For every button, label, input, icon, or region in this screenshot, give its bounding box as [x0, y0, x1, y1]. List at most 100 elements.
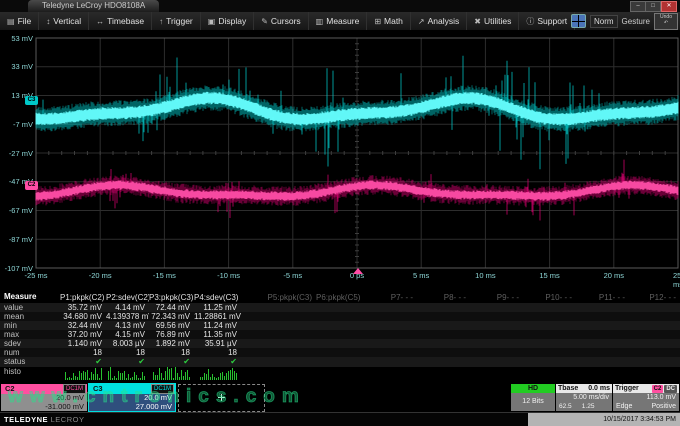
table-cell: [576, 339, 629, 348]
title-bar: Teledyne LeCroy HDO8108A – □ ✕: [0, 0, 680, 12]
tbase-scale: 5.00 ms/div: [559, 393, 609, 402]
brand-logo: TELEDYNE LECROY: [4, 415, 84, 424]
measure-column-header-4[interactable]: P4:sdev(C3): [194, 292, 241, 303]
table-cell: [241, 330, 316, 339]
table-cell: 8.003 µV: [106, 339, 149, 348]
channel-box-body: 20.0 mV-31.000 mV: [1, 394, 87, 411]
menu-item-label: Vertical: [53, 16, 81, 26]
menu-item-utilities[interactable]: ✖Utilities: [467, 12, 519, 30]
table-cell: 18: [106, 348, 149, 357]
menu-item-vertical[interactable]: ↕Vertical: [39, 12, 89, 30]
c3-trace-marker[interactable]: C3: [25, 96, 38, 105]
menu-item-math[interactable]: ⊞Math: [367, 12, 411, 30]
table-cell: [417, 321, 470, 330]
undo-button[interactable]: Undo ↶: [654, 13, 678, 30]
menu-item-label: Display: [218, 16, 246, 26]
menu-item-measure[interactable]: ▥Measure: [309, 12, 368, 30]
table-row: status✔✔✔✔: [0, 357, 680, 367]
measure-column-header-12[interactable]: P12- - -: [629, 292, 680, 303]
measure-column-header-5[interactable]: P5:pkpk(C3): [241, 292, 316, 303]
table-cell: 1.140 mV: [60, 339, 106, 348]
file-icon: ▤: [7, 17, 15, 26]
menu-item-label: Timebase: [107, 16, 144, 26]
table-cell: [364, 339, 417, 348]
table-cell: [417, 357, 470, 367]
table-cell: [523, 303, 576, 312]
table-row: MeasureP1:pkpk(C2)P2:sdev(C2)P3:pkpk(C3)…: [0, 292, 680, 303]
table-cell: 11.25 mV: [194, 303, 241, 312]
x-axis-label: -10 ms: [217, 271, 240, 280]
menu-item-support[interactable]: ⓘSupport: [519, 12, 575, 30]
y-axis-label: -87 mV: [0, 235, 33, 244]
table-cell: [470, 321, 523, 330]
display-icon: ▣: [208, 17, 216, 26]
measure-column-header-2[interactable]: P2:sdev(C2): [106, 292, 149, 303]
channel-offset: 27.000 mV: [92, 403, 172, 412]
table-cell: [316, 367, 364, 381]
table-cell: [523, 312, 576, 321]
acquisition-hd-box[interactable]: HD 12 Bits: [511, 384, 555, 411]
cursors-icon: ✎: [261, 17, 268, 26]
grid-layout-icon[interactable]: [571, 14, 586, 28]
menu-item-display[interactable]: ▣Display: [201, 12, 254, 30]
add-trace-button[interactable]: +: [178, 384, 265, 412]
menu-item-label: Cursors: [271, 16, 301, 26]
table-cell: [417, 330, 470, 339]
menu-right-cluster: Norm Gesture Undo ↶: [571, 12, 678, 30]
trigger-level: 113.0 mV: [616, 393, 676, 402]
waveform-display[interactable]: 53 mV33 mV13 mV-7 mV-27 mV-47 mV-67 mV-8…: [0, 30, 680, 288]
table-cell: 18: [60, 348, 106, 357]
gesture-button[interactable]: Gesture: [622, 17, 650, 26]
table-cell: 4.139378 mV: [106, 312, 149, 321]
table-cell: [576, 303, 629, 312]
table-cell: [316, 303, 364, 312]
table-row: value35.72 mV4.14 mV72.44 mV11.25 mV: [0, 303, 680, 312]
table-cell: [576, 330, 629, 339]
table-cell: 69.56 mV: [149, 321, 194, 330]
table-cell: [629, 330, 680, 339]
table-cell: 11.35 mV: [194, 330, 241, 339]
channel-box-body: 20.0 mV27.000 mV: [89, 394, 175, 411]
minimize-button[interactable]: –: [630, 1, 646, 12]
c2-trace-marker[interactable]: C2: [25, 181, 38, 190]
menu-item-trigger[interactable]: ↑Trigger: [152, 12, 201, 30]
channel-box-c3[interactable]: C3DC1M20.0 mV27.000 mV: [89, 384, 175, 411]
trigger-box[interactable]: Trigger C2 DC 113.0 mV Edge Positive: [613, 384, 679, 411]
measure-column-header-1[interactable]: P1:pkpk(C2): [60, 292, 106, 303]
table-cell: [576, 367, 629, 381]
status-check-icon: ✔: [183, 357, 190, 366]
table-cell: [241, 312, 316, 321]
table-cell: [629, 312, 680, 321]
measure-column-header-11[interactable]: P11- - -: [576, 292, 629, 303]
status-check-icon: ✔: [230, 357, 237, 366]
menu-item-analysis[interactable]: ↗Analysis: [411, 12, 467, 30]
close-button[interactable]: ✕: [661, 1, 677, 12]
table-cell: [241, 303, 316, 312]
menu-item-label: Analysis: [428, 16, 460, 26]
measure-column-header-3[interactable]: P3:pkpk(C3): [149, 292, 194, 303]
table-cell: mean: [0, 312, 60, 321]
y-axis-label: -67 mV: [0, 206, 33, 215]
table-cell: min: [0, 321, 60, 330]
histogram-sparkline: [65, 367, 102, 380]
measure-column-header-6[interactable]: P6:pkpk(C5): [316, 292, 364, 303]
table-cell: [241, 367, 316, 381]
measure-column-header-9[interactable]: P9- - -: [470, 292, 523, 303]
table-cell: [629, 303, 680, 312]
scope-grid-and-traces[interactable]: [0, 30, 680, 288]
menu-item-timebase[interactable]: ↔Timebase: [89, 12, 152, 30]
channel-box-c2[interactable]: C2DC1M20.0 mV-31.000 mV: [1, 384, 87, 411]
table-cell: 35.72 mV: [60, 303, 106, 312]
menu-item-file[interactable]: ▤File: [0, 12, 39, 30]
measure-column-header-8[interactable]: P8- - -: [417, 292, 470, 303]
maximize-button[interactable]: □: [645, 1, 661, 12]
measure-column-header-10[interactable]: P10- - -: [523, 292, 576, 303]
x-axis-label: -5 ms: [283, 271, 302, 280]
table-cell: [316, 330, 364, 339]
timebase-box[interactable]: Tbase 0.0 ms 5.00 ms/div 62.5 MS 1.25 GS…: [556, 384, 612, 411]
table-cell: [576, 312, 629, 321]
trigger-position-icon[interactable]: [353, 268, 363, 274]
measure-column-header-7[interactable]: P7- - -: [364, 292, 417, 303]
measure-table-title: Measure: [0, 292, 60, 303]
menu-item-cursors[interactable]: ✎Cursors: [254, 12, 308, 30]
